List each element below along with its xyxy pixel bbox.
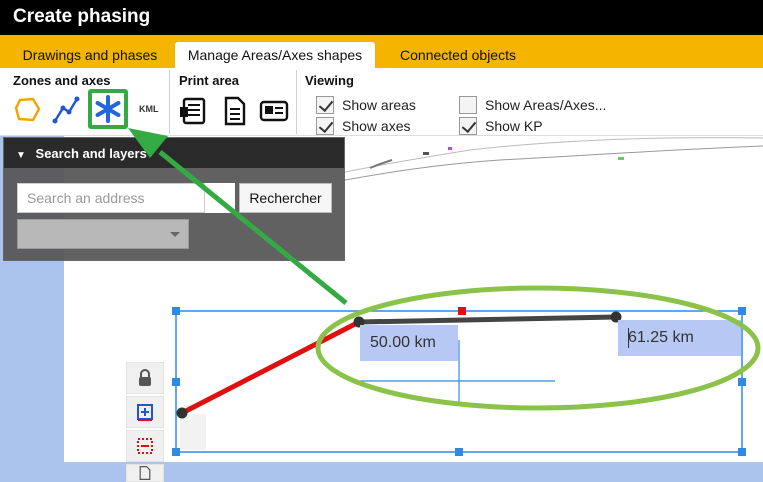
asterisk-tool-button[interactable] bbox=[88, 89, 128, 129]
show-areas-axes-label: Show Areas/Axes... bbox=[485, 97, 607, 113]
show-kp-checkbox[interactable]: Show KP bbox=[459, 117, 543, 135]
viewing-title: Viewing bbox=[305, 73, 354, 88]
show-kp-label: Show KP bbox=[485, 118, 543, 134]
kml-import-button[interactable]: KML bbox=[133, 94, 165, 126]
ribbon-separator bbox=[169, 70, 170, 134]
show-areas-label: Show areas bbox=[342, 97, 416, 113]
draw-polyline-button[interactable] bbox=[50, 94, 82, 126]
checkbox-box[interactable] bbox=[459, 117, 477, 135]
panel-title: Search and layers bbox=[35, 146, 147, 161]
remove-layer-button[interactable] bbox=[126, 430, 164, 462]
polyline-icon bbox=[52, 96, 80, 124]
ribbon: Zones and axes KML Print area Viewing Sh… bbox=[0, 68, 763, 136]
print-list-icon bbox=[180, 97, 206, 125]
layer-select[interactable] bbox=[17, 219, 189, 249]
undo-document-button[interactable] bbox=[126, 464, 164, 482]
show-areas-checkbox[interactable]: Show areas bbox=[316, 96, 416, 114]
ribbon-separator bbox=[296, 70, 297, 134]
checkbox-box[interactable] bbox=[316, 117, 334, 135]
asterisk-icon bbox=[95, 95, 121, 123]
chevron-down-icon bbox=[170, 232, 180, 237]
undo-document-icon bbox=[139, 466, 151, 480]
text-cursor bbox=[628, 328, 629, 348]
print-card-button[interactable] bbox=[258, 95, 290, 127]
print-area-title: Print area bbox=[179, 73, 239, 88]
show-axes-label: Show axes bbox=[342, 118, 411, 134]
map-margin-bottom bbox=[64, 462, 763, 482]
tab-manage-areas-axes-shapes[interactable]: Manage Areas/Axes shapes bbox=[175, 42, 375, 68]
panel-header[interactable]: ▼ Search and layers bbox=[4, 138, 344, 168]
window-title: Create phasing bbox=[0, 0, 763, 35]
address-input-addon[interactable] bbox=[204, 183, 235, 213]
tab-connected-objects[interactable]: Connected objects bbox=[384, 42, 532, 68]
lock-icon bbox=[139, 369, 151, 386]
tab-drawings-and-phases[interactable]: Drawings and phases bbox=[10, 42, 170, 68]
print-card-icon bbox=[259, 100, 289, 122]
kml-label: KML bbox=[139, 104, 159, 114]
collapse-triangle-icon: ▼ bbox=[16, 150, 26, 161]
show-areas-axes-checkbox[interactable]: Show Areas/Axes... bbox=[459, 96, 606, 114]
km-label-end[interactable]: 61.25 km bbox=[618, 320, 741, 356]
km-label-start[interactable]: 50.00 km bbox=[360, 325, 458, 361]
search-button[interactable]: Rechercher bbox=[239, 183, 332, 213]
add-layer-icon bbox=[137, 404, 153, 421]
search-and-layers-panel: ▼ Search and layers Search an address Re… bbox=[3, 137, 345, 261]
remove-layer-icon bbox=[137, 438, 153, 454]
address-search-input[interactable]: Search an address bbox=[17, 183, 235, 213]
zones-and-axes-title: Zones and axes bbox=[13, 73, 111, 88]
print-document-button[interactable] bbox=[218, 95, 250, 127]
checkbox-box[interactable] bbox=[316, 96, 334, 114]
polygon-icon bbox=[14, 97, 41, 122]
lock-button[interactable] bbox=[126, 362, 164, 394]
add-layer-button[interactable] bbox=[126, 396, 164, 428]
checkbox-box[interactable] bbox=[459, 96, 477, 114]
draw-polygon-button[interactable] bbox=[12, 94, 44, 126]
print-list-button[interactable] bbox=[178, 95, 210, 127]
show-axes-checkbox[interactable]: Show axes bbox=[316, 117, 410, 135]
print-document-icon bbox=[224, 96, 246, 126]
tab-bar: Drawings and phases Manage Areas/Axes sh… bbox=[0, 35, 763, 68]
